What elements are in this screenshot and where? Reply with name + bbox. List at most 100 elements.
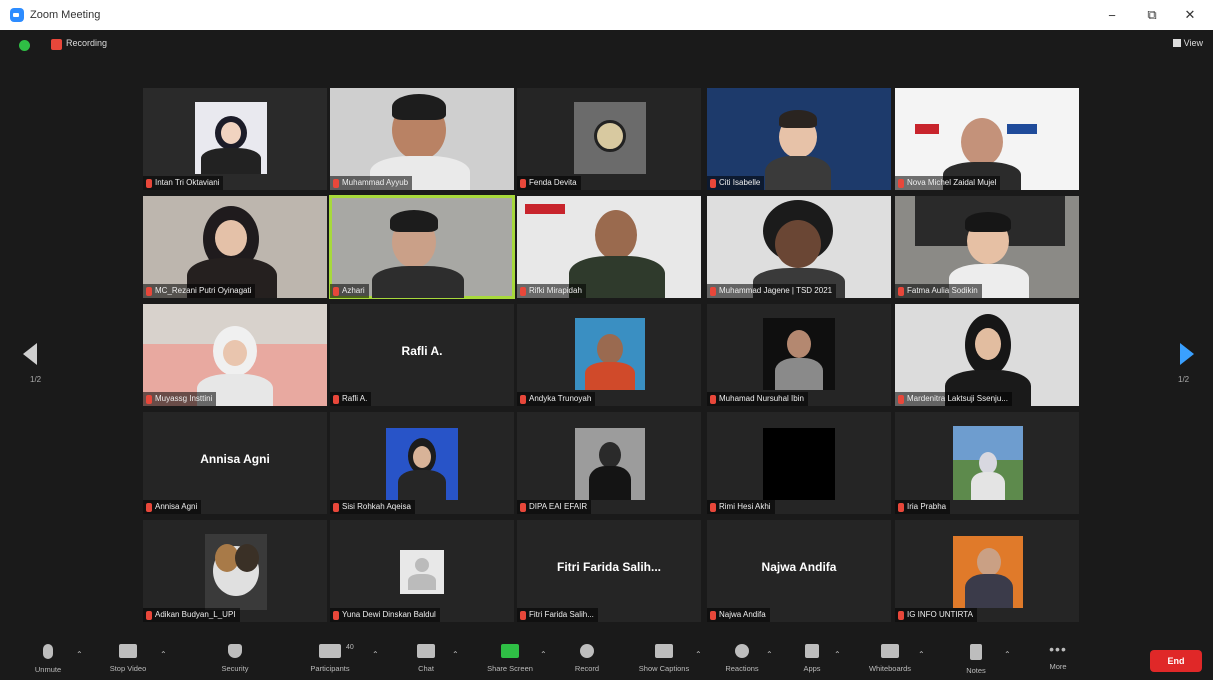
participant-name-tag: Citi Isabelle (707, 176, 765, 190)
participant-name-tag: DIPA EAI EFAIR (517, 500, 592, 514)
restore-button[interactable]: ⧉ (1132, 0, 1172, 30)
show-captions-button[interactable]: Show Captions (634, 640, 694, 680)
participant-name-tag: Rafli A. (330, 392, 372, 406)
close-button[interactable]: ✕ (1170, 0, 1210, 30)
stop-video-button[interactable]: Stop Video (98, 640, 158, 680)
participant-tile[interactable]: Annisa Agni Annisa Agni (143, 412, 327, 514)
prev-page-indicator: 1/2 (30, 375, 42, 384)
participant-tile[interactable]: Intan Tri Oktaviani (143, 88, 327, 190)
participant-name-tag: Iria Prabha (895, 500, 951, 514)
muted-mic-icon (898, 286, 904, 296)
muted-mic-icon (333, 610, 339, 620)
whiteboards-button[interactable]: Whiteboards (860, 640, 920, 680)
apps-button[interactable]: Apps (782, 640, 842, 680)
participant-name-tag: Muyassg Insttini (143, 392, 217, 406)
reactions-button[interactable]: Reactions (712, 640, 772, 680)
participant-tile[interactable]: Nova Michel Zaidal Mujel (895, 88, 1079, 190)
participant-tile[interactable]: Yuna Dewi Dinskan Baldul (330, 520, 514, 622)
participant-tile[interactable]: Rafli A. Rafli A. (330, 304, 514, 406)
whiteboard-options-caret-icon[interactable]: ⌃ (918, 650, 925, 659)
zoom-logo-icon (10, 8, 24, 22)
participant-name-tag: MC_Rezani Putri Oyinagati (143, 284, 256, 298)
participant-tile-active-speaker[interactable]: Azhari (329, 195, 515, 299)
end-meeting-button[interactable]: End (1150, 650, 1202, 672)
participant-tile[interactable]: Fatma Aulia Sodikin (895, 196, 1079, 298)
captions-options-caret-icon[interactable]: ⌃ (695, 650, 702, 659)
participant-tile[interactable]: Andyka Trunoyah (517, 304, 701, 406)
minimize-button[interactable]: − (1092, 0, 1132, 30)
video-options-caret-icon[interactable]: ⌃ (160, 650, 167, 659)
reactions-options-caret-icon[interactable]: ⌃ (766, 650, 773, 659)
unmute-button[interactable]: Unmute (18, 640, 78, 680)
participant-photo (953, 426, 1023, 500)
view-button[interactable]: View (1172, 38, 1203, 48)
security-button[interactable]: Security (205, 640, 265, 680)
more-icon: ••• (1049, 641, 1067, 657)
participant-name-tag: Muhammad Jagene | TSD 2021 (707, 284, 837, 298)
chat-button[interactable]: Chat (396, 640, 456, 680)
participant-tile[interactable]: Najwa Andifa Najwa Andifa (707, 520, 891, 622)
recording-icon (51, 39, 62, 50)
participant-tile[interactable]: Muhammad Jagene | TSD 2021 (707, 196, 891, 298)
participant-name-tag: Muhamad Nursuhal Ibin (707, 392, 808, 406)
muted-mic-icon (520, 502, 526, 512)
muted-mic-icon (146, 286, 152, 296)
participant-tile[interactable]: Adikan Budyan_L_UPI (143, 520, 327, 622)
participant-name-tag: Rifki Mirapidah (517, 284, 586, 298)
muted-mic-icon (146, 610, 152, 620)
notes-icon (970, 644, 982, 660)
next-page-arrow-icon[interactable] (1180, 343, 1194, 365)
participant-tile[interactable]: Muyassg Insttini (143, 304, 327, 406)
view-label: View (1183, 38, 1203, 48)
muted-mic-icon (146, 178, 152, 188)
participant-tile[interactable]: Sisi Rohkah Aqeisa (330, 412, 514, 514)
participant-tile[interactable]: Mardenitra Laktsuji Ssenju... (895, 304, 1079, 406)
muted-mic-icon (333, 178, 339, 188)
muted-mic-icon (146, 394, 152, 404)
apps-options-caret-icon[interactable]: ⌃ (834, 650, 841, 659)
apps-icon (805, 644, 819, 658)
window-title-bar: Zoom Meeting (0, 0, 1213, 30)
participant-tile[interactable]: DIPA EAI EFAIR (517, 412, 701, 514)
participant-tile[interactable]: Fitri Farida Salih... Fitri Farida Salih… (517, 520, 701, 622)
record-icon (580, 644, 594, 658)
muted-mic-icon (710, 610, 716, 620)
share-screen-button[interactable]: Share Screen (480, 640, 540, 680)
notes-button[interactable]: Notes (946, 640, 1006, 680)
default-avatar-icon (400, 550, 444, 594)
more-button[interactable]: ••• More (1028, 640, 1088, 680)
participant-tile[interactable]: Fenda Devita (517, 88, 701, 190)
participant-photo (205, 534, 267, 610)
participant-name-tag: Fitri Farida Salih... (517, 608, 598, 622)
participants-options-caret-icon[interactable]: ⌃ (372, 650, 379, 659)
participant-tile[interactable]: Muhamad Nursuhal Ibin (707, 304, 891, 406)
participant-photo (953, 536, 1023, 608)
participant-name-tag: Mardenitra Laktsuji Ssenju... (895, 392, 1012, 406)
muted-mic-icon (146, 502, 152, 512)
record-button[interactable]: Record (557, 640, 617, 680)
muted-mic-icon (710, 178, 716, 188)
participant-tile[interactable]: IG INFO UNTIRTA (895, 520, 1079, 622)
participant-photo (575, 318, 645, 390)
participant-tile[interactable]: MC_Rezani Putri Oyinagati (143, 196, 327, 298)
participant-tile[interactable]: Iria Prabha (895, 412, 1079, 514)
chat-options-caret-icon[interactable]: ⌃ (452, 650, 459, 659)
participant-display-name: Fitri Farida Salih... (556, 560, 662, 574)
participant-name-tag: Sisi Rohkah Aqeisa (330, 500, 415, 514)
participant-photo (763, 318, 835, 390)
participant-name-tag: Najwa Andifa (707, 608, 770, 622)
participant-name-tag: Fenda Devita (517, 176, 581, 190)
audio-options-caret-icon[interactable]: ⌃ (76, 650, 83, 659)
participant-tile[interactable]: Rifki Mirapidah (517, 196, 701, 298)
participant-photo (386, 428, 458, 500)
previous-page-arrow-icon[interactable] (23, 343, 37, 365)
notes-options-caret-icon[interactable]: ⌃ (1004, 650, 1011, 659)
muted-mic-icon (520, 286, 526, 296)
participant-tile[interactable]: Citi Isabelle (707, 88, 891, 190)
participant-tile[interactable]: Muhammad Ayyub (330, 88, 514, 190)
muted-mic-icon (710, 394, 716, 404)
participant-name-tag: IG INFO UNTIRTA (895, 608, 977, 622)
encryption-shield-icon[interactable] (19, 40, 30, 51)
share-options-caret-icon[interactable]: ⌃ (540, 650, 547, 659)
participant-tile[interactable]: Rimi Hesi Akhi (707, 412, 891, 514)
